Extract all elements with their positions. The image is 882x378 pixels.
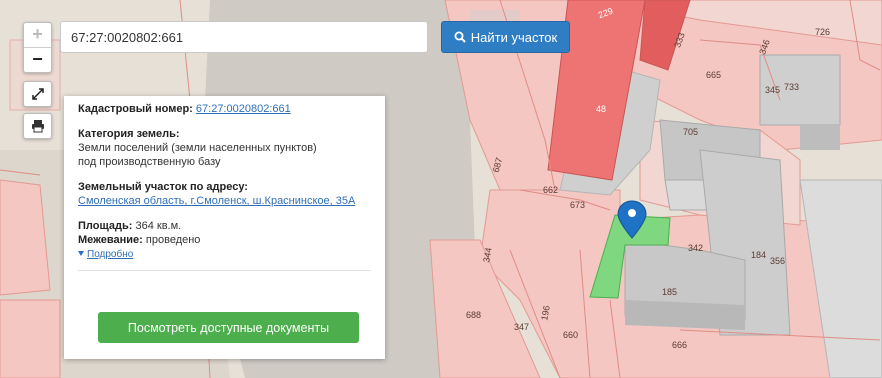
parcel-label: 356 [770,256,786,266]
cadastral-label: Кадастровый номер: [78,103,193,115]
parcel-label: 673 [570,200,586,210]
address-link[interactable]: Смоленская область, г.Смоленск, ш.Красни… [78,195,355,207]
details-toggle[interactable]: Подробно [78,247,371,262]
parcel-label: 660 [563,330,579,340]
parcel-label: 345 [765,85,781,95]
details-link[interactable]: Подробно [87,249,133,260]
parcel-label: 662 [543,185,559,195]
parcel-info-panel: Кадастровый номер: 67:27:0020802:661 Кат… [64,96,385,359]
area-row: Площадь: 364 кв.м. [78,219,371,233]
survey-value: проведено [145,234,201,246]
fullscreen-button[interactable] [23,81,52,107]
survey-label: Межевание: [78,234,143,246]
cadastral-row: Кадастровый номер: 67:27:0020802:661 [78,102,371,116]
category-line1: Земли поселений (земли населенных пункто… [78,142,317,154]
divider [78,270,371,271]
find-parcel-button[interactable]: Найти участок [441,21,570,53]
parcel-label: 342 [688,243,704,253]
parcel-label: 185 [662,287,678,297]
category-line2: под производственную базу [78,156,221,168]
area-value: 364 кв.м. [135,220,182,232]
category-label: Категория земель: [78,128,180,140]
printer-icon [31,120,44,133]
parcel-label: 688 [466,310,482,320]
caret-down-icon [78,251,84,256]
zoom-out-button[interactable]: − [24,47,51,72]
zoom-control: + − [23,22,52,73]
parcel-label: 726 [815,27,831,37]
cadastral-link[interactable]: 67:27:0020802:661 [196,103,291,115]
category-section: Категория земель: Земли поселений (земли… [78,127,371,169]
view-documents-button[interactable]: Посмотреть доступные документы [98,312,359,343]
address-label: Земельный участок по адресу: [78,181,248,193]
parcel-label: 184 [751,250,767,260]
parcel-label: 347 [514,322,530,332]
survey-row: Межевание: проведено [78,233,371,247]
parcel-label: 48 [596,104,607,114]
parcel-label: 705 [683,127,699,137]
parcel-label: 666 [672,340,688,350]
area-label: Площадь: [78,220,133,232]
zoom-in-button[interactable]: + [24,23,51,47]
expand-icon [31,88,44,100]
search-icon [454,31,466,43]
print-button[interactable] [23,113,52,139]
address-section: Земельный участок по адресу: Смоленская … [78,180,371,208]
find-parcel-label: Найти участок [470,29,558,45]
search-input[interactable] [60,21,428,53]
parcel-label: 665 [706,70,722,80]
parcel-label: 733 [784,82,800,92]
